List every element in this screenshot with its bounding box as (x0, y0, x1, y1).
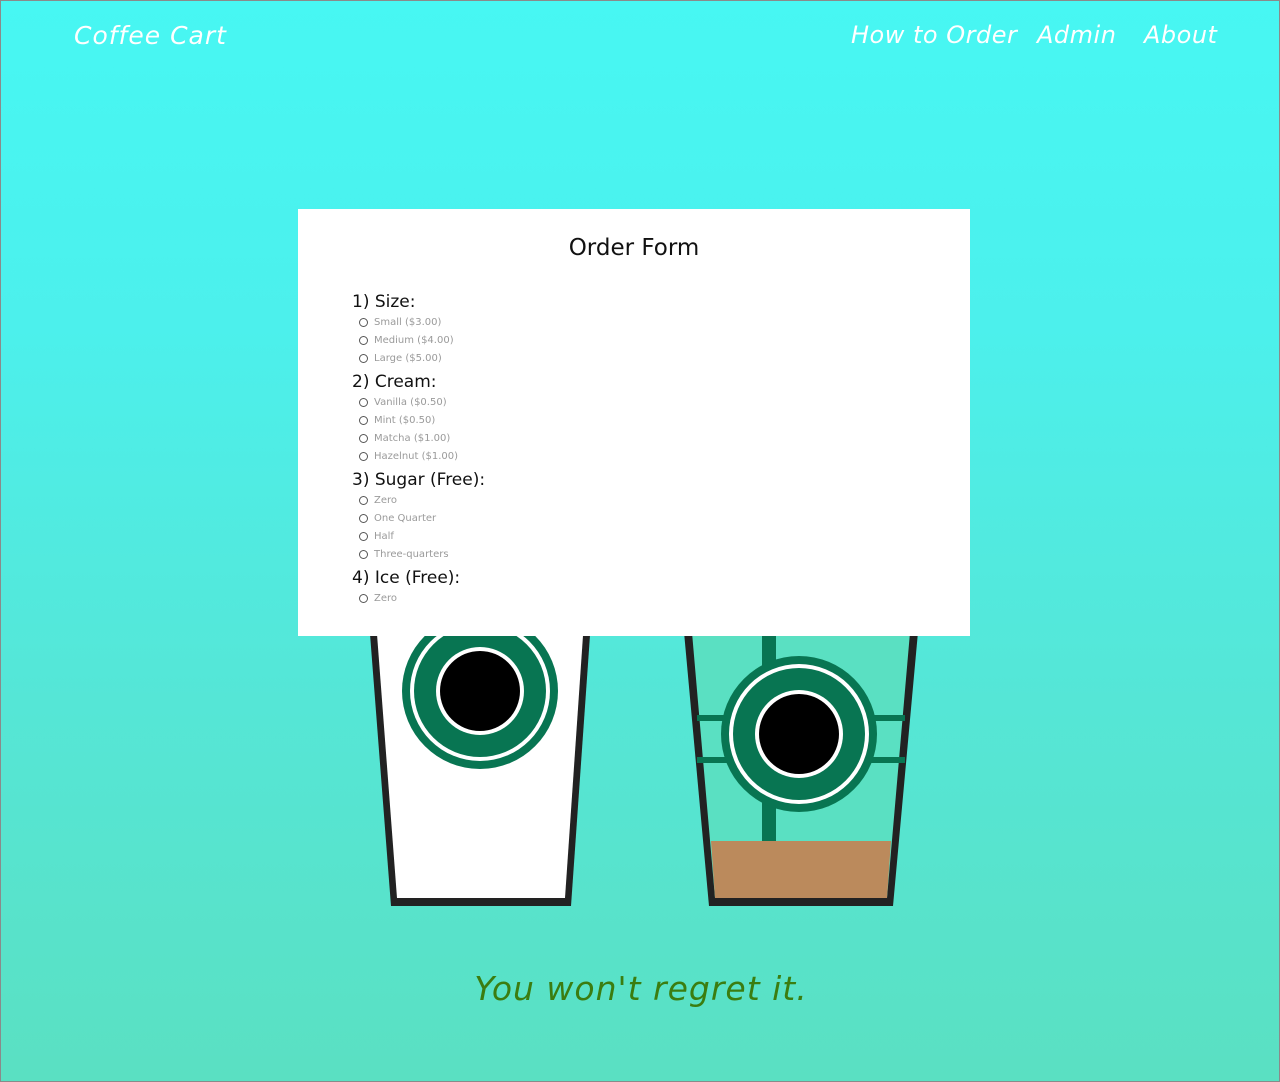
cream-option-mint[interactable]: Mint ($0.50) (352, 411, 485, 429)
tagline: You won't regret it. (474, 969, 808, 1008)
option-label: Small ($3.00) (374, 316, 442, 328)
radio-icon[interactable] (359, 397, 368, 407)
order-form-title: Order Form (568, 235, 700, 261)
radio-icon[interactable] (359, 531, 368, 541)
order-form-body: 1) Size: Small ($3.00) Medium ($4.00) La… (352, 291, 485, 611)
sugar-option-one-quarter[interactable]: One Quarter (352, 509, 485, 527)
size-question: 1) Size: Small ($3.00) Medium ($4.00) La… (352, 291, 485, 367)
option-label: Matcha ($1.00) (374, 432, 451, 444)
nav-link-about[interactable]: About (1144, 21, 1217, 49)
radio-icon[interactable] (359, 593, 368, 603)
option-label: Zero (374, 494, 398, 506)
size-question-title: 1) Size: (352, 292, 416, 312)
ice-option-zero[interactable]: Zero (352, 589, 485, 607)
cream-option-hazelnut[interactable]: Hazelnut ($1.00) (352, 447, 485, 465)
option-label: Medium ($4.00) (374, 334, 454, 346)
iced-cup (683, 621, 919, 906)
option-label: Zero (374, 592, 398, 604)
cream-option-matcha[interactable]: Matcha ($1.00) (352, 429, 485, 447)
radio-icon[interactable] (359, 415, 368, 425)
hot-cup (369, 613, 591, 906)
top-navigation: Coffee Cart How to Order Admin About (1, 1, 1280, 81)
size-option-small[interactable]: Small ($3.00) (352, 313, 485, 331)
radio-icon[interactable] (359, 549, 368, 559)
sugar-question-title: 3) Sugar (Free): (352, 470, 486, 490)
option-label: Hazelnut ($1.00) (374, 450, 459, 462)
option-label: Vanilla ($0.50) (374, 396, 447, 408)
option-label: Half (374, 530, 394, 542)
option-label: Three-quarters (374, 548, 449, 560)
nav-link-admin[interactable]: Admin (1037, 21, 1116, 49)
radio-icon[interactable] (359, 451, 368, 461)
radio-icon[interactable] (359, 353, 368, 363)
size-option-large[interactable]: Large ($5.00) (352, 349, 485, 367)
sugar-question: 3) Sugar (Free): Zero One Quarter Half T… (352, 469, 485, 563)
option-label: Large ($5.00) (374, 352, 442, 364)
brand-logo-text[interactable]: Coffee Cart (74, 21, 227, 50)
sugar-option-half[interactable]: Half (352, 527, 485, 545)
cream-question-title: 2) Cream: (352, 372, 437, 392)
radio-icon[interactable] (359, 335, 368, 345)
size-option-medium[interactable]: Medium ($4.00) (352, 331, 485, 349)
ice-question-title: 4) Ice (Free): (352, 568, 461, 588)
order-form-card: Order Form 1) Size: Small ($3.00) Medium… (298, 209, 970, 636)
option-label: Mint ($0.50) (374, 414, 436, 426)
sugar-option-zero[interactable]: Zero (352, 491, 485, 509)
cream-option-vanilla[interactable]: Vanilla ($0.50) (352, 393, 485, 411)
radio-icon[interactable] (359, 433, 368, 443)
radio-icon[interactable] (359, 495, 368, 505)
radio-icon[interactable] (359, 317, 368, 327)
ice-question: 4) Ice (Free): Zero (352, 567, 485, 607)
radio-icon[interactable] (359, 513, 368, 523)
option-label: One Quarter (374, 512, 437, 524)
cream-question: 2) Cream: Vanilla ($0.50) Mint ($0.50) M… (352, 371, 485, 465)
sugar-option-three-quarters[interactable]: Three-quarters (352, 545, 485, 563)
nav-link-how-to-order[interactable]: How to Order (851, 21, 1017, 49)
